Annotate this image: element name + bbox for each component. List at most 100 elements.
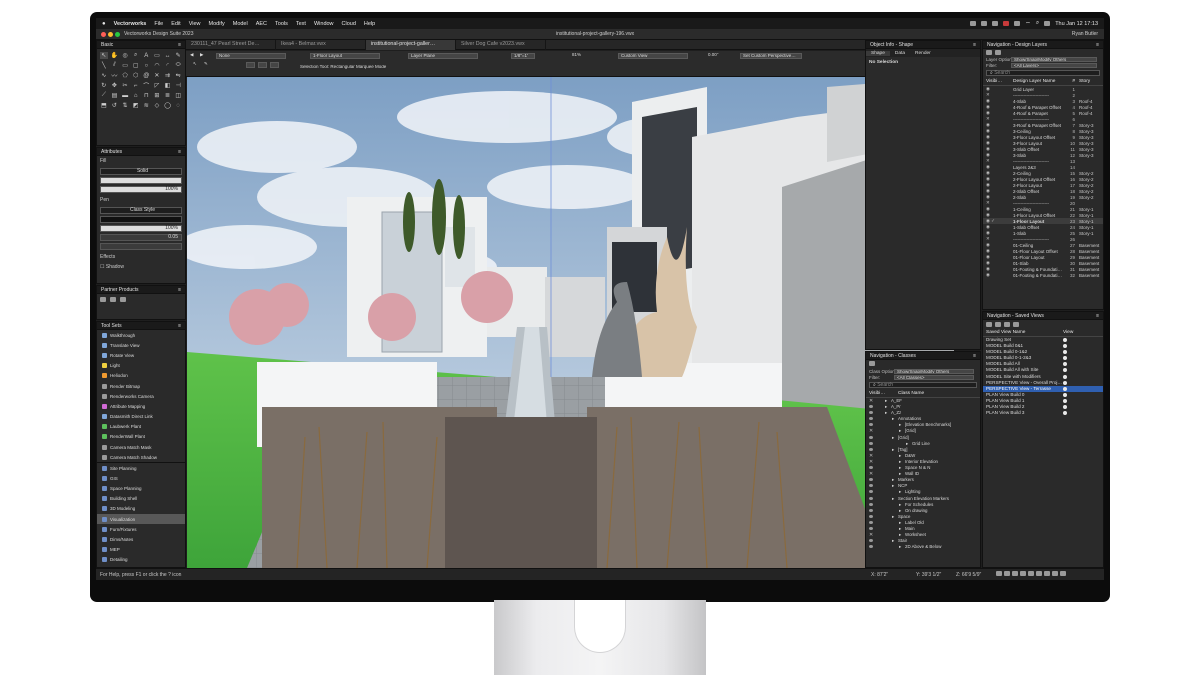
regular-polygon-tool-icon[interactable]: ⬡ [132, 72, 140, 79]
dropbox-icon[interactable] [981, 21, 988, 26]
rotation-field[interactable]: 0.00° [706, 53, 728, 59]
push-pull-tool-icon[interactable]: ⇅ [121, 102, 129, 109]
layer-options-dropdown[interactable]: Show/Snap/Modify Others [1011, 56, 1097, 62]
mirror-tool-icon[interactable]: ⇋ [174, 72, 182, 79]
tool-item[interactable]: Light [97, 361, 185, 371]
spiral-tool-icon[interactable]: @ [143, 72, 151, 79]
class-options-dropdown[interactable]: Show/Snap/Modify Others [894, 368, 974, 374]
tool-set-item[interactable]: Dims/Notes [97, 534, 185, 544]
drape-tool-icon[interactable]: ≋ [143, 102, 151, 109]
fillet-edge-tool-icon[interactable]: ◌ [174, 102, 182, 109]
disclosure-icon[interactable]: ▸ [899, 544, 901, 550]
visibility-eye-icon[interactable] [869, 496, 873, 500]
door-tool-icon[interactable]: ⊓ [143, 92, 151, 99]
hidden-icon[interactable]: ✕ [869, 471, 873, 477]
locus-tool-icon[interactable]: ✕ [153, 72, 161, 79]
layer-settings-icon[interactable] [986, 50, 992, 55]
visibility-eye-icon[interactable] [869, 514, 873, 518]
visibility-eye-icon[interactable] [869, 545, 873, 549]
tool-set-item[interactable]: Furn/Fixtures [97, 524, 185, 534]
zoom-level[interactable]: 81% [570, 53, 588, 59]
saved-view-row[interactable]: PLAN View Build 3 [983, 410, 1103, 416]
wifi-icon[interactable]: ⌔ [1025, 20, 1031, 28]
disclosure-icon[interactable]: ▸ [899, 428, 901, 434]
control-center-icon[interactable] [1044, 21, 1051, 26]
visibility-eye-icon[interactable] [869, 466, 873, 470]
disclosure-icon[interactable]: ▸ [899, 453, 901, 459]
palette-menu-icon[interactable]: ≡ [973, 42, 976, 48]
selection-mode-icon[interactable]: ↖ [191, 62, 199, 68]
hidden-icon[interactable]: ✕ [869, 398, 873, 404]
disclosure-icon[interactable]: ▸ [899, 520, 901, 526]
menu-tools[interactable]: Tools [275, 21, 288, 27]
disclosure-icon[interactable]: ▸ [899, 422, 901, 428]
reshape-tool-icon[interactable]: ⟋ [100, 92, 108, 99]
polygon-tool-icon[interactable]: ⬠ [121, 72, 129, 79]
tool-set-item[interactable]: 3D Modeling [97, 504, 185, 514]
view-indicator-icon[interactable] [1063, 356, 1067, 361]
tag-icon[interactable] [1003, 21, 1010, 26]
disclosure-icon[interactable]: ▸ [885, 404, 887, 410]
new-saved-view-icon[interactable] [995, 322, 1001, 327]
class-row[interactable]: ▸ 2D Above & Below [866, 544, 980, 550]
visibility-eye-icon[interactable] [869, 526, 873, 530]
eyedropper-tool-icon[interactable]: ✎ [174, 52, 182, 59]
document-tab-active[interactable]: institutional-project-galler… [366, 40, 456, 50]
visibility-eye-icon[interactable] [869, 539, 873, 543]
tool-item[interactable]: Datasmith Direct Link [97, 412, 185, 422]
tool-set-item[interactable]: Building Shell [97, 494, 185, 504]
fill-color-swatch[interactable] [100, 177, 182, 184]
disclosure-icon[interactable]: ▸ [892, 483, 894, 489]
menu-edit[interactable]: Edit [171, 21, 180, 27]
zoom-window-button[interactable] [115, 32, 120, 37]
visibility-eye-icon[interactable] [869, 423, 873, 427]
snap-toggle-icon[interactable] [258, 62, 267, 68]
col-visibility[interactable]: Visibi… [866, 391, 898, 396]
pen-style-dropdown[interactable]: Class Style [100, 207, 182, 214]
sync-icon[interactable] [992, 21, 999, 26]
partner-product-icon[interactable] [120, 297, 126, 302]
snap-grid-icon[interactable] [996, 571, 1002, 576]
clock[interactable]: Thu Jan 12 17:13 [1055, 21, 1098, 27]
palette-menu-icon[interactable]: ≡ [178, 323, 181, 329]
view-dropdown[interactable]: Custom View [618, 53, 688, 59]
snap-distance-icon[interactable] [1028, 571, 1034, 576]
forward-arrow-icon[interactable]: ▶ [198, 53, 206, 59]
snap-object-icon[interactable] [1004, 571, 1010, 576]
freehand-tool-icon[interactable]: 〰 [111, 72, 119, 80]
menu-aec[interactable]: AEC [256, 21, 267, 27]
minimize-window-button[interactable] [108, 32, 113, 37]
col-view[interactable]: View [1063, 330, 1073, 335]
roof-tool-icon[interactable]: ⌂ [132, 92, 140, 99]
disclosure-icon[interactable]: ▸ [899, 526, 901, 532]
tool-item[interactable]: Laubwerk Plant [97, 422, 185, 432]
view-indicator-icon[interactable] [1063, 350, 1067, 355]
user-name[interactable]: Ryan Butler [1072, 31, 1098, 37]
close-window-button[interactable] [101, 32, 106, 37]
menu-modify[interactable]: Modify [209, 21, 225, 27]
callout-tool-icon[interactable]: ▭ [153, 52, 161, 59]
circle-tool-icon[interactable]: ○ [143, 62, 151, 69]
view-indicator-icon[interactable] [1063, 338, 1067, 342]
visibility-eye-icon[interactable] [869, 405, 873, 409]
visibility-eye-icon[interactable] [869, 441, 873, 445]
rotate-tool-icon[interactable]: ↻ [100, 82, 108, 89]
col-story[interactable]: Story [1075, 79, 1101, 84]
rounded-rect-tool-icon[interactable]: ▢ [132, 62, 140, 69]
chamfer-tool-icon[interactable]: ◸ [153, 82, 161, 89]
polyline-tool-icon[interactable]: ∿ [100, 72, 108, 79]
window-tool-icon[interactable]: ⊞ [153, 92, 161, 99]
tool-set-item[interactable]: MEP [97, 545, 185, 555]
visibility-eye-icon[interactable] [869, 411, 873, 415]
search-icon[interactable]: ⌕ [1036, 20, 1039, 27]
document-tab[interactable]: 230111_47 Pearl Street De… [186, 40, 276, 50]
visibility-eye-icon[interactable] [869, 490, 873, 494]
tool-item[interactable]: Render Bitmap [97, 381, 185, 391]
tool-set-item[interactable]: GIS [97, 473, 185, 483]
palette-menu-icon[interactable]: ≡ [973, 353, 976, 359]
tool-set-item[interactable]: Site Planning [97, 463, 185, 473]
menu-view[interactable]: View [189, 21, 201, 27]
class-filter-dropdown[interactable]: <All Classes> [894, 374, 974, 380]
cut-plane-tool-icon[interactable]: ◩ [132, 102, 140, 109]
tool-set-item[interactable]: Space Planning [97, 483, 185, 493]
